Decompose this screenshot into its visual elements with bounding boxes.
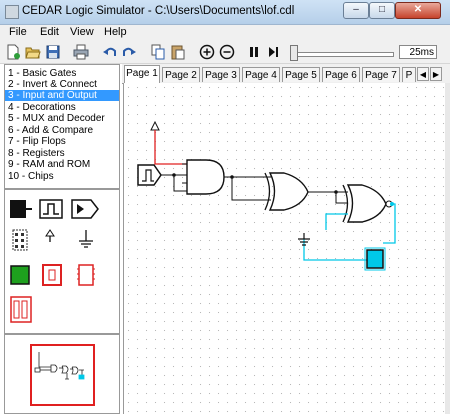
new-file-icon[interactable] [5, 44, 21, 60]
tab-page-7[interactable]: Page 7 [362, 67, 400, 82]
category-item-invert-connect[interactable]: 2 - Invert & Connect [5, 79, 119, 90]
tab-scroll-left-icon[interactable]: ◀ [417, 67, 429, 81]
undo-icon[interactable] [102, 44, 118, 60]
category-item-chips[interactable]: 10 - Chips [5, 171, 119, 182]
output-port-icon[interactable] [71, 199, 99, 219]
speed-value: 25ms [399, 45, 437, 59]
input-arrow-icon[interactable] [45, 229, 55, 242]
circuit-canvas[interactable] [123, 83, 446, 414]
tab-page-4[interactable]: Page 4 [242, 67, 280, 82]
category-item-flip-flops[interactable]: 7 - Flip Flops [5, 136, 119, 147]
input-arrow-component[interactable] [150, 120, 160, 131]
output-junction [390, 202, 394, 206]
zoom-out-icon[interactable] [219, 44, 235, 60]
led-box-icon[interactable] [10, 265, 30, 285]
open-file-icon[interactable] [25, 44, 41, 60]
menu-help[interactable]: Help [104, 26, 127, 38]
ground-icon[interactable] [79, 230, 93, 248]
tab-scroll-right-icon[interactable]: ▶ [430, 67, 442, 81]
preview-frame [30, 344, 95, 406]
tab-page-2[interactable]: Page 2 [162, 67, 200, 82]
category-item-registers[interactable]: 8 - Registers [5, 148, 119, 159]
toggle-switch-icon[interactable] [10, 200, 32, 218]
tab-page-5[interactable]: Page 5 [282, 67, 320, 82]
redo-icon[interactable] [121, 44, 137, 60]
app-icon [5, 5, 19, 19]
title-bar: CEDAR Logic Simulator - C:\Users\Documen… [0, 0, 450, 25]
zoom-in-icon[interactable] [199, 44, 215, 60]
tab-page-3[interactable]: Page 3 [202, 67, 240, 82]
canvas-scrollbar[interactable] [445, 83, 450, 414]
seven-segment-icon[interactable] [42, 264, 62, 286]
window-title: CEDAR Logic Simulator - C:\Users\Documen… [22, 5, 295, 17]
tab-page-6[interactable]: Page 6 [322, 67, 360, 82]
xor-gate-1[interactable] [264, 172, 309, 211]
save-icon[interactable] [45, 44, 61, 60]
speed-slider-thumb[interactable] [290, 45, 298, 61]
xnor-gate[interactable] [342, 184, 393, 223]
pause-icon[interactable] [246, 44, 262, 60]
category-item-add-compare[interactable]: 6 - Add & Compare [5, 125, 119, 136]
menu-file[interactable]: File [9, 26, 27, 38]
wire-high[interactable] [154, 130, 187, 165]
step-icon[interactable] [265, 44, 281, 60]
category-item-basic-gates[interactable]: 1 - Basic Gates [5, 68, 119, 79]
minimize-button[interactable]: – [343, 2, 369, 19]
menu-bar: File Edit View Help [0, 25, 450, 41]
pulse-icon[interactable] [39, 199, 63, 219]
category-list: 1 - Basic Gates 2 - Invert & Connect 3 -… [4, 64, 120, 189]
copy-icon[interactable] [150, 44, 166, 60]
menu-view[interactable]: View [70, 26, 94, 38]
component-palette [4, 189, 120, 334]
hex-display-icon[interactable] [77, 264, 95, 286]
category-item-input-output[interactable]: 3 - Input and Output [5, 90, 119, 101]
led-output-component[interactable] [364, 247, 386, 271]
and-gate[interactable] [182, 159, 225, 195]
print-icon[interactable] [73, 44, 89, 60]
tab-page-8[interactable]: P [402, 67, 416, 82]
tab-page-1[interactable]: Page 1 [124, 65, 160, 83]
category-item-decorations[interactable]: 4 - Decorations [5, 102, 119, 113]
keypad-icon[interactable] [12, 229, 28, 251]
paste-icon[interactable] [170, 44, 186, 60]
page-tabs: Page 1 Page 2 Page 3 Page 4 Page 5 Page … [122, 64, 450, 84]
category-item-ram-rom[interactable]: 9 - RAM and ROM [5, 159, 119, 170]
pulse-input-component[interactable] [137, 164, 162, 186]
close-button[interactable]: ✕ [395, 2, 441, 19]
category-item-mux-decoder[interactable]: 5 - MUX and Decoder [5, 113, 119, 124]
dual-display-icon[interactable] [10, 296, 32, 323]
speed-slider-track[interactable] [292, 52, 394, 57]
maximize-button[interactable]: □ [369, 2, 395, 19]
circuit-preview [4, 334, 120, 414]
menu-edit[interactable]: Edit [40, 26, 59, 38]
